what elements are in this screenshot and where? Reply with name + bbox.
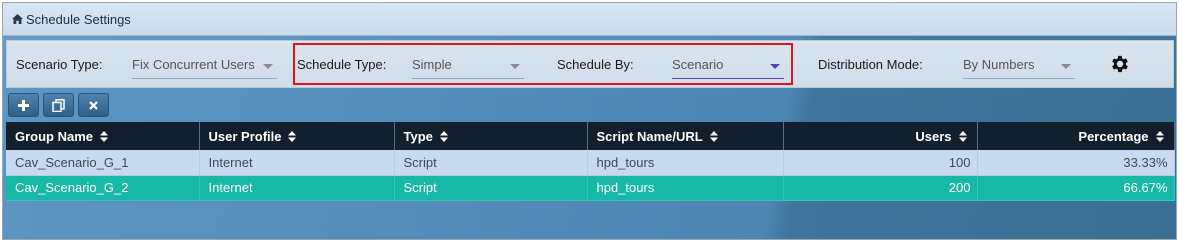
column-header-script-name[interactable]: Script Name/URL xyxy=(587,122,784,150)
scenario-type-select[interactable]: Fix Concurrent Users xyxy=(132,51,277,79)
distribution-mode-select[interactable]: By Numbers xyxy=(963,51,1075,79)
sort-icon xyxy=(439,130,448,142)
users-cell: 200 xyxy=(783,175,978,201)
chevron-down-icon xyxy=(770,64,780,69)
script-name-cell: hpd_tours xyxy=(587,150,784,176)
percentage-cell: 33.33% xyxy=(977,150,1175,176)
group-name-cell: Cav_Scenario_G_1 xyxy=(6,150,200,176)
sort-icon xyxy=(958,130,967,142)
users-cell: 100 xyxy=(783,150,978,176)
copy-icon xyxy=(52,98,65,112)
column-header-user-profile[interactable]: User Profile xyxy=(199,122,395,150)
sort-icon xyxy=(1155,130,1164,142)
copy-button[interactable] xyxy=(43,93,74,117)
home-icon xyxy=(12,14,23,24)
add-button[interactable] xyxy=(8,93,39,117)
schedule-filter-bar: Scenario Type: Fix Concurrent Users Sche… xyxy=(6,40,1174,88)
percentage-cell: 66.67% xyxy=(977,175,1175,201)
scenario-type-value: Fix Concurrent Users xyxy=(132,57,255,72)
type-cell: Script xyxy=(394,150,588,176)
schedule-settings-panel: Schedule Settings Scenario Type: Fix Con… xyxy=(2,2,1177,240)
script-name-cell: hpd_tours xyxy=(587,175,784,201)
title-bar: Schedule Settings xyxy=(3,3,1176,36)
table-row[interactable]: Cav_Scenario_G_1 Internet Script hpd_tou… xyxy=(6,150,1175,176)
group-name-cell: Cav_Scenario_G_2 xyxy=(6,175,200,201)
sort-icon xyxy=(288,130,297,142)
schedule-type-select[interactable]: Simple xyxy=(412,51,524,79)
schedule-type-label: Schedule Type: xyxy=(297,57,387,72)
user-profile-cell: Internet xyxy=(199,150,395,176)
close-icon xyxy=(89,100,98,110)
type-cell: Script xyxy=(394,175,588,201)
chevron-down-icon xyxy=(263,64,273,69)
panel-title: Schedule Settings xyxy=(26,11,131,27)
column-header-type[interactable]: Type xyxy=(394,122,588,150)
schedule-type-value: Simple xyxy=(412,57,452,72)
chevron-down-icon xyxy=(510,64,520,69)
column-header-percentage[interactable]: Percentage xyxy=(977,122,1175,150)
sort-icon xyxy=(709,130,718,142)
schedule-by-select[interactable]: Scenario xyxy=(672,51,784,79)
scenario-groups-table: Group Name User Profile Type Script Name… xyxy=(6,122,1175,201)
grid-toolbar xyxy=(8,93,109,117)
sort-icon xyxy=(100,130,109,142)
chevron-down-icon xyxy=(1061,64,1071,69)
table-row-selected[interactable]: Cav_Scenario_G_2 Internet Script hpd_tou… xyxy=(6,175,1175,201)
gear-icon[interactable] xyxy=(1109,53,1131,75)
column-header-users[interactable]: Users xyxy=(783,122,978,150)
schedule-by-value: Scenario xyxy=(672,57,724,72)
scenario-type-label: Scenario Type: xyxy=(16,57,103,72)
delete-button[interactable] xyxy=(78,93,109,117)
user-profile-cell: Internet xyxy=(199,175,395,201)
table-header-row: Group Name User Profile Type Script Name… xyxy=(6,122,1175,150)
distribution-mode-value: By Numbers xyxy=(963,57,1035,72)
schedule-by-label: Schedule By: xyxy=(557,57,634,72)
plus-icon xyxy=(18,99,29,111)
distribution-mode-label: Distribution Mode: xyxy=(818,57,923,72)
column-header-group-name[interactable]: Group Name xyxy=(6,122,200,150)
